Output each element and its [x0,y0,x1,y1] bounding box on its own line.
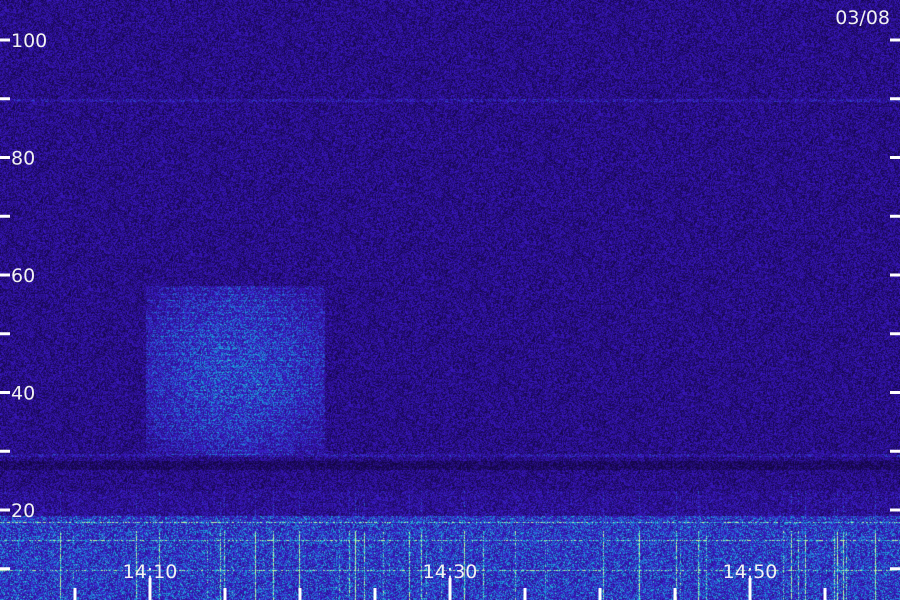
spectrogram-plot [0,0,900,600]
